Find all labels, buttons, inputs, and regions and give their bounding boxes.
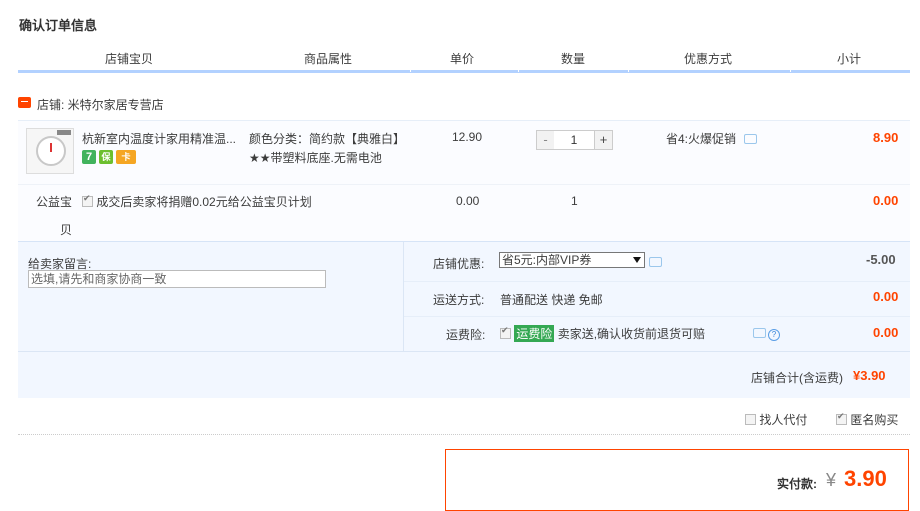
proxy-pay-label: 找人代付 xyxy=(759,413,808,427)
payment-currency: ¥ xyxy=(826,470,837,490)
payment-amount: 3.90 xyxy=(844,466,887,491)
charity-price: 0.00 xyxy=(456,194,480,208)
insurance-tag: 运费险 xyxy=(514,325,555,342)
col-discount: 优惠方式 xyxy=(684,52,733,66)
shop-discount-selected: 省5元:内部VIP券 xyxy=(502,253,592,267)
dropdown-arrow-icon xyxy=(633,257,641,263)
seller-message-input[interactable]: 选填,请先和商家协商一致 xyxy=(28,270,326,288)
insurance-label: 运费险: xyxy=(446,328,486,342)
decrease-quantity-button[interactable]: - xyxy=(536,130,555,150)
col-attributes: 商品属性 xyxy=(304,52,353,66)
col-divider xyxy=(518,68,519,72)
divider xyxy=(404,316,910,317)
shop-discount-amount: -5.00 xyxy=(866,252,896,267)
charity-label-cont: 贝 xyxy=(60,223,73,237)
col-unit-price: 单价 xyxy=(450,52,475,66)
product-thumbnail[interactable] xyxy=(26,128,74,174)
guarantee-icon[interactable]: 保 xyxy=(99,150,113,164)
page-title: 确认订单信息 xyxy=(19,18,98,33)
table-header: 店铺宝贝 商品属性 单价 数量 优惠方式 小计 xyxy=(18,46,910,73)
charity-label: 公益宝 xyxy=(36,195,73,209)
shipping-amount: 0.00 xyxy=(873,289,899,304)
charity-quantity: 1 xyxy=(571,194,578,208)
anonymous-purchase-checkbox[interactable] xyxy=(836,411,847,425)
divider xyxy=(18,184,910,185)
divider xyxy=(403,242,404,351)
credit-card-icon[interactable]: 卡 xyxy=(116,150,136,164)
thumbnail-brand-mark xyxy=(57,130,71,135)
charity-subtotal: 0.00 xyxy=(873,193,899,208)
col-subtotal: 小计 xyxy=(837,52,862,66)
insurance-text: 卖家送,确认收货前退货可赔 xyxy=(557,327,706,341)
promotion-text: 省4:火爆促销 xyxy=(666,132,737,146)
col-divider xyxy=(628,68,629,72)
unit-price: 12.90 xyxy=(452,130,483,144)
product-name-link[interactable]: 杭新室内温度计家用精准温... xyxy=(82,130,240,147)
product-attribute-color: 颜色分类：简约款【典雅白】 xyxy=(249,132,406,146)
tmall-shop-icon xyxy=(18,97,31,108)
shop-discount-label: 店铺优惠: xyxy=(433,257,485,271)
insurance-option: 运费险 卖家送,确认收货前退货可赔 xyxy=(500,325,705,342)
anonymous-purchase-option: 匿名购买 xyxy=(836,411,898,428)
thermometer-dial xyxy=(36,136,66,166)
col-shop-item: 店铺宝贝 xyxy=(105,52,154,66)
chat-bubble-icon[interactable] xyxy=(753,328,766,338)
shop-discount-select[interactable]: 省5元:内部VIP券 xyxy=(499,252,645,268)
payment-summary-box xyxy=(445,449,909,511)
item-subtotal: 8.90 xyxy=(873,130,899,145)
insurance-help: ? xyxy=(748,326,780,341)
product-attribute-note: ★★带塑料底座.无需电池 xyxy=(249,151,382,165)
seven-day-return-icon[interactable]: 7 xyxy=(82,150,96,164)
charity-checkbox[interactable] xyxy=(82,193,93,207)
payment-label: 实付款: xyxy=(777,477,817,491)
quantity-input[interactable]: 1 xyxy=(554,130,594,150)
col-divider xyxy=(410,68,411,72)
shop-name-link[interactable]: 店铺: 米特尔家居专营店 xyxy=(37,96,337,113)
increase-quantity-button[interactable]: + xyxy=(594,130,613,150)
shop-total-label: 店铺合计(含运费) xyxy=(751,371,843,385)
promotion: 省4:火爆促销 xyxy=(666,130,758,147)
divider xyxy=(18,351,910,352)
charity-option: 成交后卖家将捐赠0.02元给公益宝贝计划 xyxy=(82,193,312,210)
chat-bubble-icon[interactable] xyxy=(649,257,662,267)
insurance-checkbox[interactable] xyxy=(500,325,511,339)
shipping-method: 普通配送 快递 免邮 xyxy=(500,293,603,307)
anonymous-purchase-label: 匿名购买 xyxy=(850,413,899,427)
col-quantity: 数量 xyxy=(561,52,586,66)
proxy-pay-option: 找人代付 xyxy=(745,411,807,428)
chat-bubble-icon[interactable] xyxy=(744,134,758,144)
proxy-pay-checkbox[interactable] xyxy=(745,414,756,425)
col-divider xyxy=(790,68,791,72)
shipping-label: 运送方式: xyxy=(433,293,485,307)
help-icon[interactable]: ? xyxy=(768,329,780,341)
quantity-stepper: - 1 + xyxy=(536,130,614,150)
shop-total-value: ¥3.90 xyxy=(853,368,886,383)
divider xyxy=(404,281,910,282)
insurance-amount: 0.00 xyxy=(873,325,899,340)
charity-text: 成交后卖家将捐赠0.02元给公益宝贝计划 xyxy=(96,195,312,209)
divider xyxy=(18,434,910,435)
